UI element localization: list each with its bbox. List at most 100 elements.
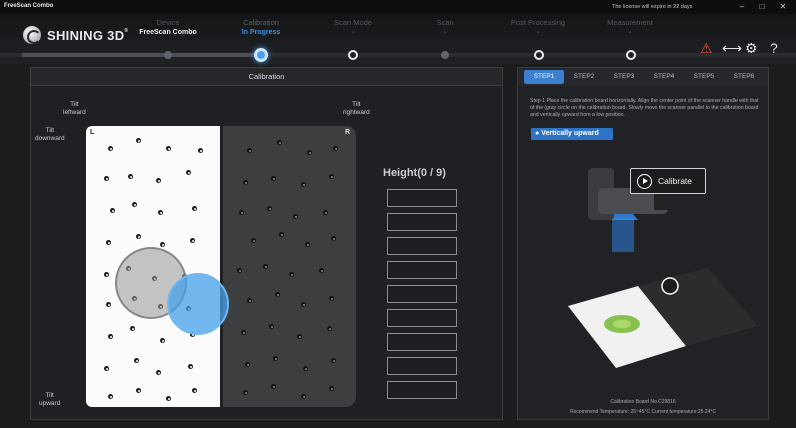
calibration-marker bbox=[237, 268, 242, 273]
tab-step6[interactable]: STEP6 bbox=[724, 70, 764, 84]
brand-logo: SHINING 3D® bbox=[23, 26, 128, 44]
step-device[interactable]: Device FreeScan Combo bbox=[128, 18, 208, 38]
calibration-marker bbox=[301, 394, 306, 399]
step-label: Scan Mode bbox=[334, 18, 372, 27]
calibration-marker bbox=[198, 148, 203, 153]
vertically-upward-button[interactable]: ● Vertically upward bbox=[531, 128, 613, 140]
illustration-target-core bbox=[613, 319, 631, 329]
calibration-marker bbox=[130, 326, 135, 331]
calibration-marker bbox=[241, 330, 246, 335]
calibration-marker bbox=[156, 178, 161, 183]
step-calibration[interactable]: Calibration In Progress bbox=[221, 18, 301, 38]
calibration-marker bbox=[305, 242, 310, 247]
step-node-measurement bbox=[626, 50, 636, 60]
calibration-marker bbox=[156, 370, 161, 375]
calibration-marker bbox=[136, 234, 141, 239]
illustration-move-icon bbox=[661, 277, 679, 295]
calibration-view: Tilt leftward Tilt rightward Tilt downwa… bbox=[31, 87, 502, 419]
board-right-label: R bbox=[344, 129, 350, 136]
illustration-upward-beam bbox=[612, 218, 634, 252]
tilt-upward-label: Tilt upward bbox=[39, 392, 61, 407]
calibration-marker bbox=[297, 334, 302, 339]
step-node-post-processing bbox=[534, 50, 544, 60]
calibration-marker bbox=[108, 146, 113, 151]
calibration-marker bbox=[239, 210, 244, 215]
minimize-button[interactable]: – bbox=[735, 1, 749, 13]
calibration-marker bbox=[307, 150, 312, 155]
calibration-marker bbox=[108, 334, 113, 339]
height-slot-4 bbox=[387, 261, 457, 279]
step-measurement[interactable]: Measurement - bbox=[590, 18, 670, 38]
calibration-marker bbox=[263, 264, 268, 269]
height-slot-9 bbox=[387, 381, 457, 399]
calibration-marker bbox=[289, 272, 294, 277]
calibration-marker bbox=[333, 146, 338, 151]
maximize-button[interactable]: □ bbox=[755, 1, 769, 13]
calibration-marker bbox=[136, 388, 141, 393]
close-button[interactable]: ✕ bbox=[776, 1, 790, 13]
calibrate-button[interactable]: Calibrate bbox=[630, 168, 706, 194]
step-tabs: STEP1 STEP2 STEP3 STEP4 STEP5 STEP6 bbox=[518, 68, 768, 86]
height-slot-8 bbox=[387, 357, 457, 375]
height-slot-3 bbox=[387, 237, 457, 255]
vertically-upward-label: Vertically upward bbox=[541, 130, 599, 137]
calibration-marker bbox=[329, 174, 334, 179]
step-node-scan-mode bbox=[348, 50, 358, 60]
calibration-marker bbox=[327, 326, 332, 331]
tab-step3[interactable]: STEP3 bbox=[604, 70, 644, 84]
tab-step4[interactable]: STEP4 bbox=[644, 70, 684, 84]
step-post-processing[interactable]: Post Processing - bbox=[498, 18, 578, 38]
height-progress-title: Height(0 / 9) bbox=[383, 167, 446, 179]
calibration-marker bbox=[251, 238, 256, 243]
calibration-marker bbox=[158, 210, 163, 215]
calibration-marker bbox=[329, 296, 334, 301]
height-slot-1 bbox=[387, 189, 457, 207]
progress-track-fill bbox=[22, 53, 262, 57]
app-window: FreeScan Combo The license will expire i… bbox=[0, 0, 796, 428]
calibration-marker bbox=[331, 236, 336, 241]
calibration-marker bbox=[132, 202, 137, 207]
step-scan-mode[interactable]: Scan Mode - bbox=[313, 18, 393, 38]
calibration-marker bbox=[301, 302, 306, 307]
calibration-marker bbox=[108, 394, 113, 399]
calibration-marker bbox=[323, 210, 328, 215]
guide-panel: STEP1 STEP2 STEP3 STEP4 STEP5 STEP6 Step… bbox=[517, 67, 769, 420]
step-label: Scan bbox=[436, 18, 454, 27]
calibration-marker bbox=[106, 240, 111, 245]
scanner-position-circle bbox=[167, 273, 229, 335]
calibration-marker bbox=[186, 170, 191, 175]
step-status: - bbox=[443, 29, 447, 36]
tab-step2[interactable]: STEP2 bbox=[564, 70, 604, 84]
calibration-marker bbox=[106, 302, 111, 307]
calibration-marker bbox=[188, 364, 193, 369]
step-instruction: Step 1 Place the calibration board horiz… bbox=[530, 98, 759, 118]
temperature-info: Recommend Temperature: 25~45°C Current t… bbox=[569, 409, 717, 415]
calibration-panel: Calibration Tilt leftward Tilt rightward… bbox=[30, 67, 503, 420]
calibration-marker bbox=[160, 338, 165, 343]
step-label: Post Processing bbox=[510, 18, 566, 27]
calibration-marker bbox=[247, 298, 252, 303]
tab-step5[interactable]: STEP5 bbox=[684, 70, 724, 84]
calibration-board-right: R bbox=[223, 126, 356, 407]
calibration-marker bbox=[166, 146, 171, 151]
board-left-label: L bbox=[90, 129, 95, 136]
panel-title: Calibration bbox=[31, 68, 502, 86]
tilt-rightward-label: Tilt rightward bbox=[343, 101, 370, 116]
tab-step1[interactable]: STEP1 bbox=[524, 70, 564, 84]
calibration-marker bbox=[331, 358, 336, 363]
step-node-calibration bbox=[254, 48, 268, 62]
calibration-marker bbox=[136, 138, 141, 143]
calibration-marker bbox=[273, 356, 278, 361]
illustration-scanner-lens bbox=[654, 192, 668, 210]
calibration-marker bbox=[279, 232, 284, 237]
step-scan[interactable]: Scan - bbox=[405, 18, 485, 38]
calibration-marker bbox=[247, 148, 252, 153]
calibration-marker bbox=[271, 384, 276, 389]
calibration-marker bbox=[160, 242, 165, 247]
calibration-marker bbox=[104, 366, 109, 371]
calibration-marker bbox=[110, 208, 115, 213]
title-bar: FreeScan Combo The license will expire i… bbox=[0, 0, 796, 14]
calibration-marker bbox=[104, 272, 109, 277]
brand-name: SHINING 3D bbox=[47, 27, 125, 43]
calibration-marker bbox=[243, 390, 248, 395]
